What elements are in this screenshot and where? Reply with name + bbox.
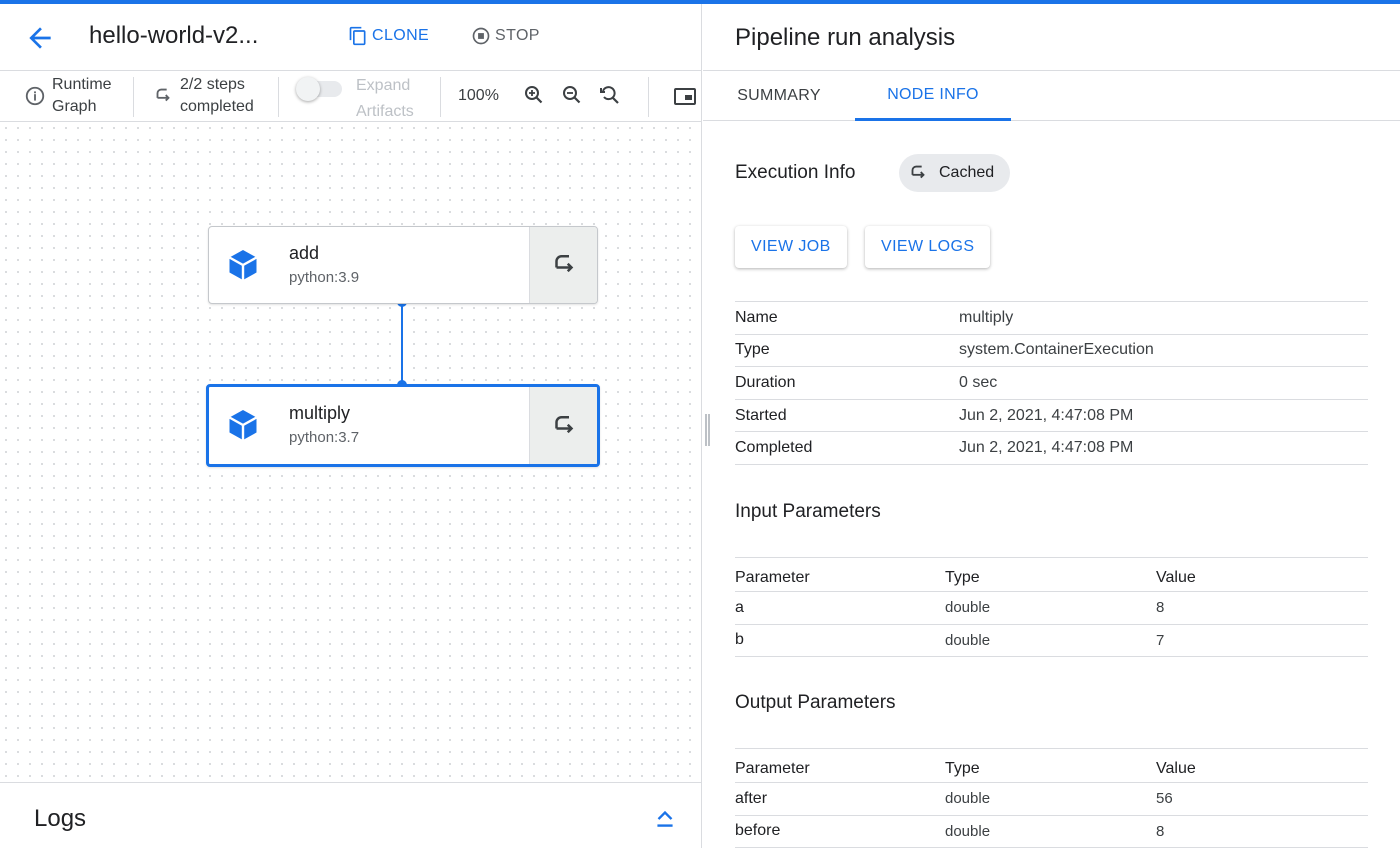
toolbar-divider (278, 77, 279, 117)
panel-tabs: SUMMARY NODE INFO (703, 70, 1400, 121)
execution-info-title: Execution Info (735, 162, 856, 183)
output-parameters-title: Output Parameters (735, 692, 896, 713)
cached-arrow-icon (156, 88, 170, 102)
tab-node-info[interactable]: NODE INFO (855, 71, 1011, 121)
view-logs-button[interactable]: VIEW LOGS (865, 226, 991, 268)
cached-arrow-icon (911, 165, 925, 179)
node-image: python:3.7 (289, 429, 360, 446)
cached-status-chip: Cached (899, 154, 1011, 192)
graph-label: Graph (52, 98, 97, 115)
execution-info-table: Name multiply Type system.ContainerExecuti… (735, 301, 1368, 465)
node-cache-indicator (529, 387, 597, 464)
stop-button[interactable]: STOP (471, 26, 540, 46)
table-row: Type system.ContainerExecution (735, 333, 1368, 367)
input-parameters-table: Parameter Type Value a double 8 b double… (735, 557, 1368, 658)
table-row: Started Jun 2, 2021, 4:47:08 PM (735, 398, 1368, 432)
arrow-back-icon (29, 27, 51, 49)
cube-icon (228, 410, 258, 440)
clone-label: CLONE (372, 27, 430, 44)
minimap-icon (674, 88, 696, 105)
graph-toolbar: Runtime Graph 2/2 steps completed Expand (0, 70, 702, 122)
clone-button[interactable]: CLONE (348, 26, 429, 46)
zoom-out-icon (563, 86, 581, 104)
expand-artifacts-toggle[interactable] (296, 77, 346, 101)
stop-label: STOP (495, 27, 540, 44)
toolbar-divider (440, 77, 441, 117)
pipeline-node-multiply[interactable]: multiply python:3.7 (206, 384, 600, 467)
logs-title: Logs (34, 805, 87, 832)
toolbar-divider (133, 77, 134, 117)
expand-label: Expand (356, 77, 411, 94)
run-header: hello-world-v2... CLONE STOP (0, 4, 702, 70)
table-header-row: Parameter Type Value (735, 748, 1368, 783)
stop-circle-icon (472, 27, 490, 45)
logs-expand-button[interactable] (652, 805, 678, 831)
info-icon (25, 86, 45, 106)
logs-panel: Logs (0, 782, 701, 848)
zoom-reset-button[interactable] (598, 83, 624, 109)
minimap-button[interactable] (672, 83, 698, 109)
zoom-level: 100% (458, 87, 499, 104)
copy-icon (349, 26, 366, 46)
toolbar-divider (648, 77, 649, 117)
pipeline-graph-canvas[interactable]: add python:3.9 multiply python:3.7 (0, 122, 701, 782)
table-row: a double 8 (735, 591, 1368, 625)
table-row: Completed Jun 2, 2021, 4:47:08 PM (735, 431, 1368, 465)
pipeline-node-add[interactable]: add python:3.9 (208, 226, 598, 304)
node-name: add (289, 243, 320, 263)
run-title: hello-world-v2... (89, 22, 259, 49)
cached-arrow-icon (554, 255, 573, 273)
cached-arrow-icon (554, 415, 573, 433)
cached-status-label: Cached (939, 164, 995, 181)
back-button[interactable] (24, 22, 56, 54)
table-row: before double 8 (735, 814, 1368, 848)
node-name: multiply (289, 403, 351, 423)
table-row: after double 56 (735, 782, 1368, 816)
table-row: b double 7 (735, 623, 1368, 658)
table-row: Duration 0 sec (735, 366, 1368, 400)
artifacts-label: Artifacts (356, 103, 414, 120)
table-row: Name multiply (735, 301, 1368, 335)
runtime-graph-indicator: Runtime Graph (24, 71, 112, 121)
graph-pane: hello-world-v2... CLONE STOP Runtime Gra… (0, 4, 702, 848)
zoom-in-icon (525, 86, 543, 104)
node-image: python:3.9 (289, 269, 360, 286)
panel-title: Pipeline run analysis (735, 24, 956, 51)
runtime-label: Runtime (52, 76, 112, 93)
steps-count: 2/2 steps (180, 76, 245, 93)
chevron-up-icon (657, 810, 673, 827)
steps-status: 2/2 steps completed (152, 71, 254, 121)
zoom-in-button[interactable] (522, 83, 548, 109)
view-job-button[interactable]: VIEW JOB (735, 226, 847, 268)
zoom-reset-icon (600, 86, 619, 104)
steps-completed: completed (180, 98, 254, 115)
zoom-out-button[interactable] (560, 83, 586, 109)
tab-summary[interactable]: SUMMARY (703, 71, 855, 121)
table-header-row: Parameter Type Value (735, 557, 1368, 592)
cube-icon (228, 250, 258, 280)
node-cache-indicator (529, 227, 597, 303)
input-parameters-title: Input Parameters (735, 501, 881, 522)
output-parameters-table: Parameter Type Value after double 56 bef… (735, 748, 1368, 848)
run-analysis-panel: Pipeline run analysis SUMMARY NODE INFO … (703, 4, 1400, 848)
expand-artifacts-label: Expand Artifacts (356, 75, 414, 123)
